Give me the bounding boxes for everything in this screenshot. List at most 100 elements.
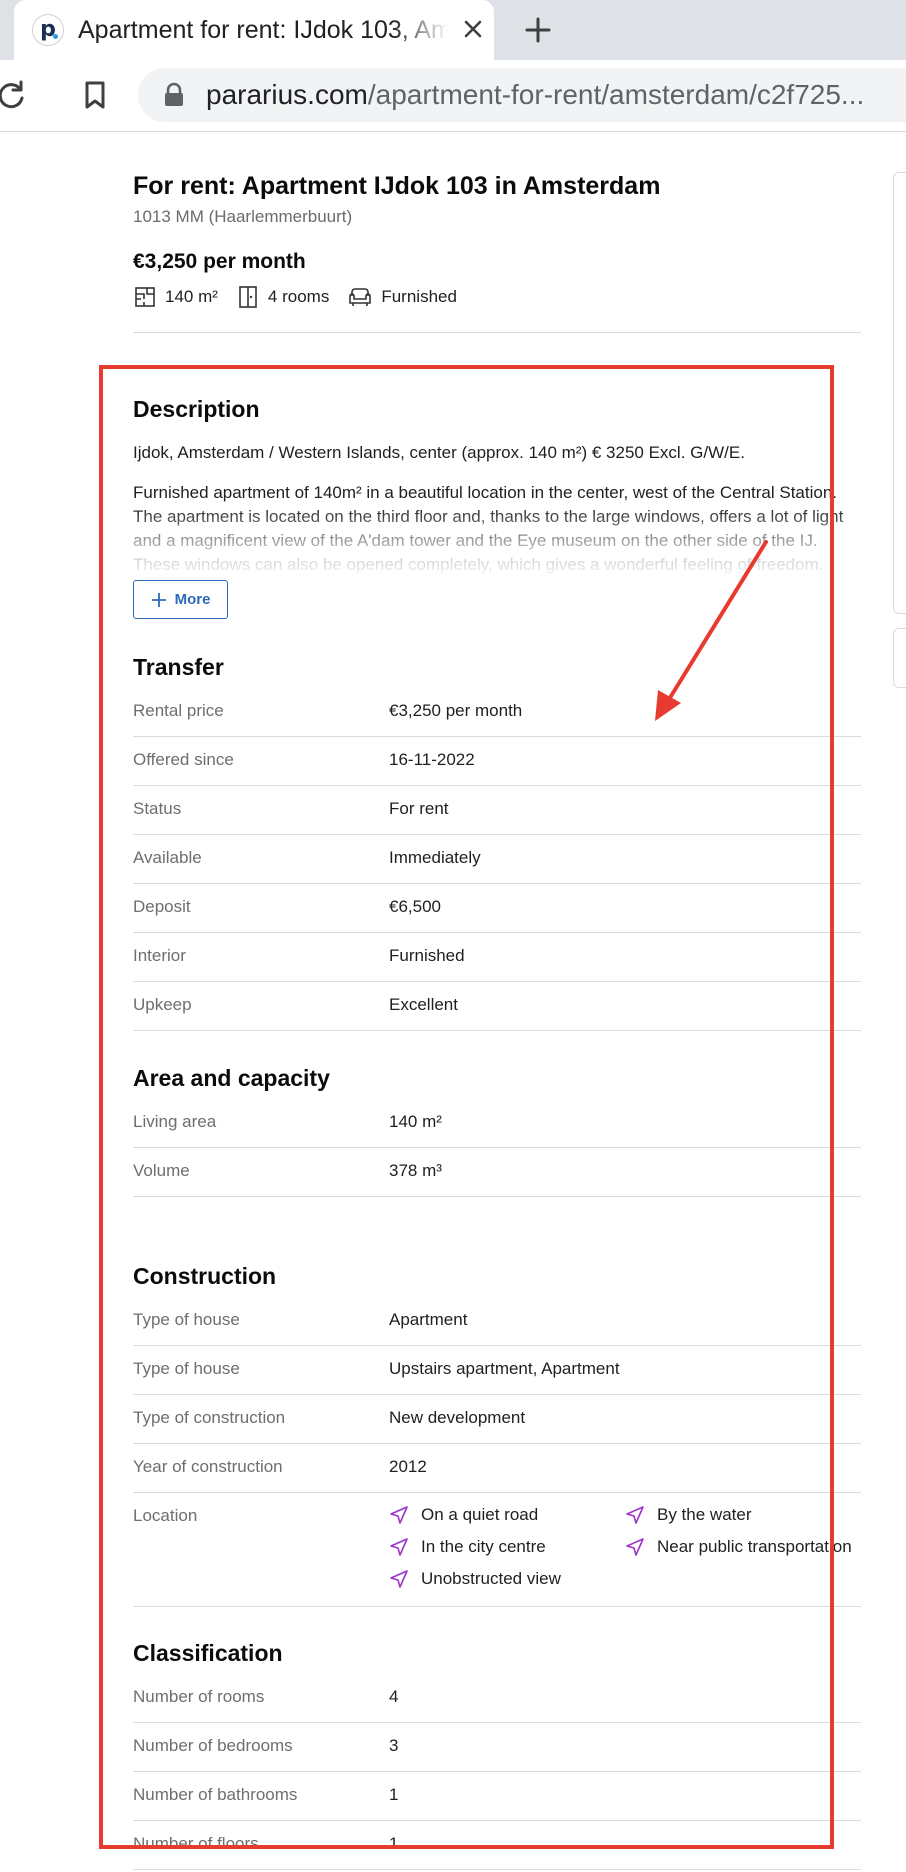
construction-row-type-of-construction: Type of construction New development [133, 1395, 861, 1444]
description-summary: Ijdok, Amsterdam / Western Islands, cent… [133, 443, 745, 462]
url-text: pararius.com/apartment-for-rent/amsterda… [206, 78, 864, 112]
close-tab-icon[interactable] [458, 14, 488, 44]
address-bar[interactable]: pararius.com/apartment-for-rent/amsterda… [138, 68, 906, 122]
row-label: Location [133, 1506, 198, 1525]
reload-icon[interactable] [0, 78, 28, 112]
row-label: Year of construction [133, 1457, 283, 1476]
row-label: Number of bedrooms [133, 1736, 293, 1755]
row-label: Offered since [133, 750, 234, 769]
row-value: New development [389, 1408, 526, 1427]
row-value: Apartment [389, 1310, 468, 1329]
listing-title: For rent: Apartment IJdok 103 in Amsterd… [133, 172, 661, 200]
row-label: Upkeep [133, 995, 192, 1014]
classification-row-floors: Number of floors 1 [133, 1821, 861, 1870]
construction-row-location: Location On a quiet road By the water In… [133, 1493, 861, 1607]
classification-row-bedrooms: Number of bedrooms 3 [133, 1723, 861, 1772]
row-label: Type of construction [133, 1408, 286, 1427]
row-label: Living area [133, 1112, 217, 1131]
row-value: Upstairs apartment, Apartment [389, 1359, 620, 1378]
location-item: Unobstructed view [389, 1569, 561, 1589]
transfer-row-rental-price: Rental price €3,250 per month [133, 688, 861, 737]
contact-card-edge [893, 172, 906, 614]
sofa-icon [349, 288, 372, 306]
feature-interior-label: Furnished [381, 287, 457, 306]
row-value: Excellent [389, 995, 458, 1014]
row-label: Status [133, 799, 182, 818]
row-label: Available [133, 848, 202, 867]
construction-row-year-of-construction: Year of construction 2012 [133, 1444, 861, 1493]
row-label: Type of house [133, 1359, 240, 1378]
listing-features: 140 m² 4 rooms Furnished [133, 282, 475, 312]
transfer-heading: Transfer [133, 654, 224, 680]
row-value: For rent [389, 799, 449, 818]
feature-area: 140 m² [133, 285, 218, 309]
classification-row-bathrooms: Number of bathrooms 1 [133, 1772, 861, 1821]
navigation-arrow-icon [390, 1570, 408, 1588]
construction-row-type-of-house-2: Type of house Upstairs apartment, Apartm… [133, 1346, 861, 1395]
navigation-arrow-icon [626, 1506, 644, 1524]
area-row-living-area: Living area 140 m² [133, 1099, 861, 1148]
row-value: 2012 [389, 1457, 427, 1476]
row-value: 3 [389, 1736, 399, 1755]
pararius-favicon-icon: p [32, 14, 64, 46]
row-value: €3,250 per month [389, 701, 523, 720]
lock-icon[interactable] [162, 82, 186, 108]
row-value: 16-11-2022 [389, 750, 475, 769]
bookmark-icon[interactable] [78, 78, 112, 112]
url-path: /apartment-for-rent/amsterdam/c2f725... [367, 79, 865, 110]
feature-interior: Furnished [347, 285, 457, 309]
more-button[interactable]: More [133, 580, 228, 619]
transfer-row-deposit: Deposit €6,500 [133, 884, 861, 933]
navigation-arrow-icon [390, 1506, 408, 1524]
plus-icon [151, 592, 166, 607]
location-item-label: On a quiet road [421, 1505, 539, 1524]
transfer-row-available: Available Immediately [133, 835, 861, 884]
description-heading: Description [133, 396, 260, 422]
location-item-label: By the water [657, 1505, 752, 1524]
listing-price: €3,250 per month [133, 250, 306, 273]
row-value: 378 m³ [389, 1161, 442, 1180]
feature-rooms: 4 rooms [236, 285, 329, 309]
row-value: 140 m² [389, 1112, 442, 1131]
feature-area-label: 140 m² [165, 287, 218, 306]
active-tab[interactable]: p Apartment for rent: IJdok 103, Amsterd… [14, 0, 494, 60]
browser-toolbar: pararius.com/apartment-for-rent/amsterda… [0, 60, 906, 132]
classification-row-rooms: Number of rooms 4 [133, 1674, 861, 1723]
row-value: 1 [389, 1785, 399, 1804]
row-value: 1 [389, 1834, 399, 1853]
location-item-label: In the city centre [421, 1537, 546, 1556]
location-item-label: Unobstructed view [421, 1569, 561, 1588]
row-label: Volume [133, 1161, 190, 1180]
location-item: In the city centre [389, 1537, 546, 1557]
door-icon [239, 286, 257, 308]
navigation-arrow-icon [390, 1538, 408, 1556]
description-body: Furnished apartment of 140m² in a beauti… [133, 483, 844, 574]
url-host: pararius.com [206, 79, 368, 110]
new-tab-icon[interactable] [520, 12, 556, 48]
location-item: By the water [625, 1505, 752, 1525]
row-label: Interior [133, 946, 186, 965]
listing-address: 1013 MM (Haarlemmerbuurt) [133, 207, 353, 226]
construction-heading: Construction [133, 1263, 277, 1289]
divider [133, 332, 861, 333]
row-value: Immediately [389, 848, 481, 867]
transfer-row-interior: Interior Furnished [133, 933, 861, 982]
tab-title: Apartment for rent: IJdok 103, Amsterdam [78, 16, 448, 44]
row-label: Number of rooms [133, 1687, 265, 1706]
row-label: Number of bathrooms [133, 1785, 298, 1804]
row-label: Rental price [133, 701, 224, 720]
row-value: €6,500 [389, 897, 441, 916]
row-value: Furnished [389, 946, 465, 965]
area-row-volume: Volume 378 m³ [133, 1148, 861, 1197]
more-button-label: More [174, 591, 211, 608]
secondary-card-edge [893, 628, 906, 688]
tab-strip: p Apartment for rent: IJdok 103, Amsterd… [0, 0, 906, 60]
row-label: Number of floors [133, 1834, 259, 1853]
transfer-row-status: Status For rent [133, 786, 861, 835]
row-label: Deposit [133, 897, 191, 916]
location-item-label: Near public transportation [657, 1537, 852, 1556]
classification-heading: Classification [133, 1640, 283, 1666]
location-item: On a quiet road [389, 1505, 538, 1525]
location-item: Near public transportation [625, 1537, 852, 1557]
transfer-row-upkeep: Upkeep Excellent [133, 982, 861, 1031]
